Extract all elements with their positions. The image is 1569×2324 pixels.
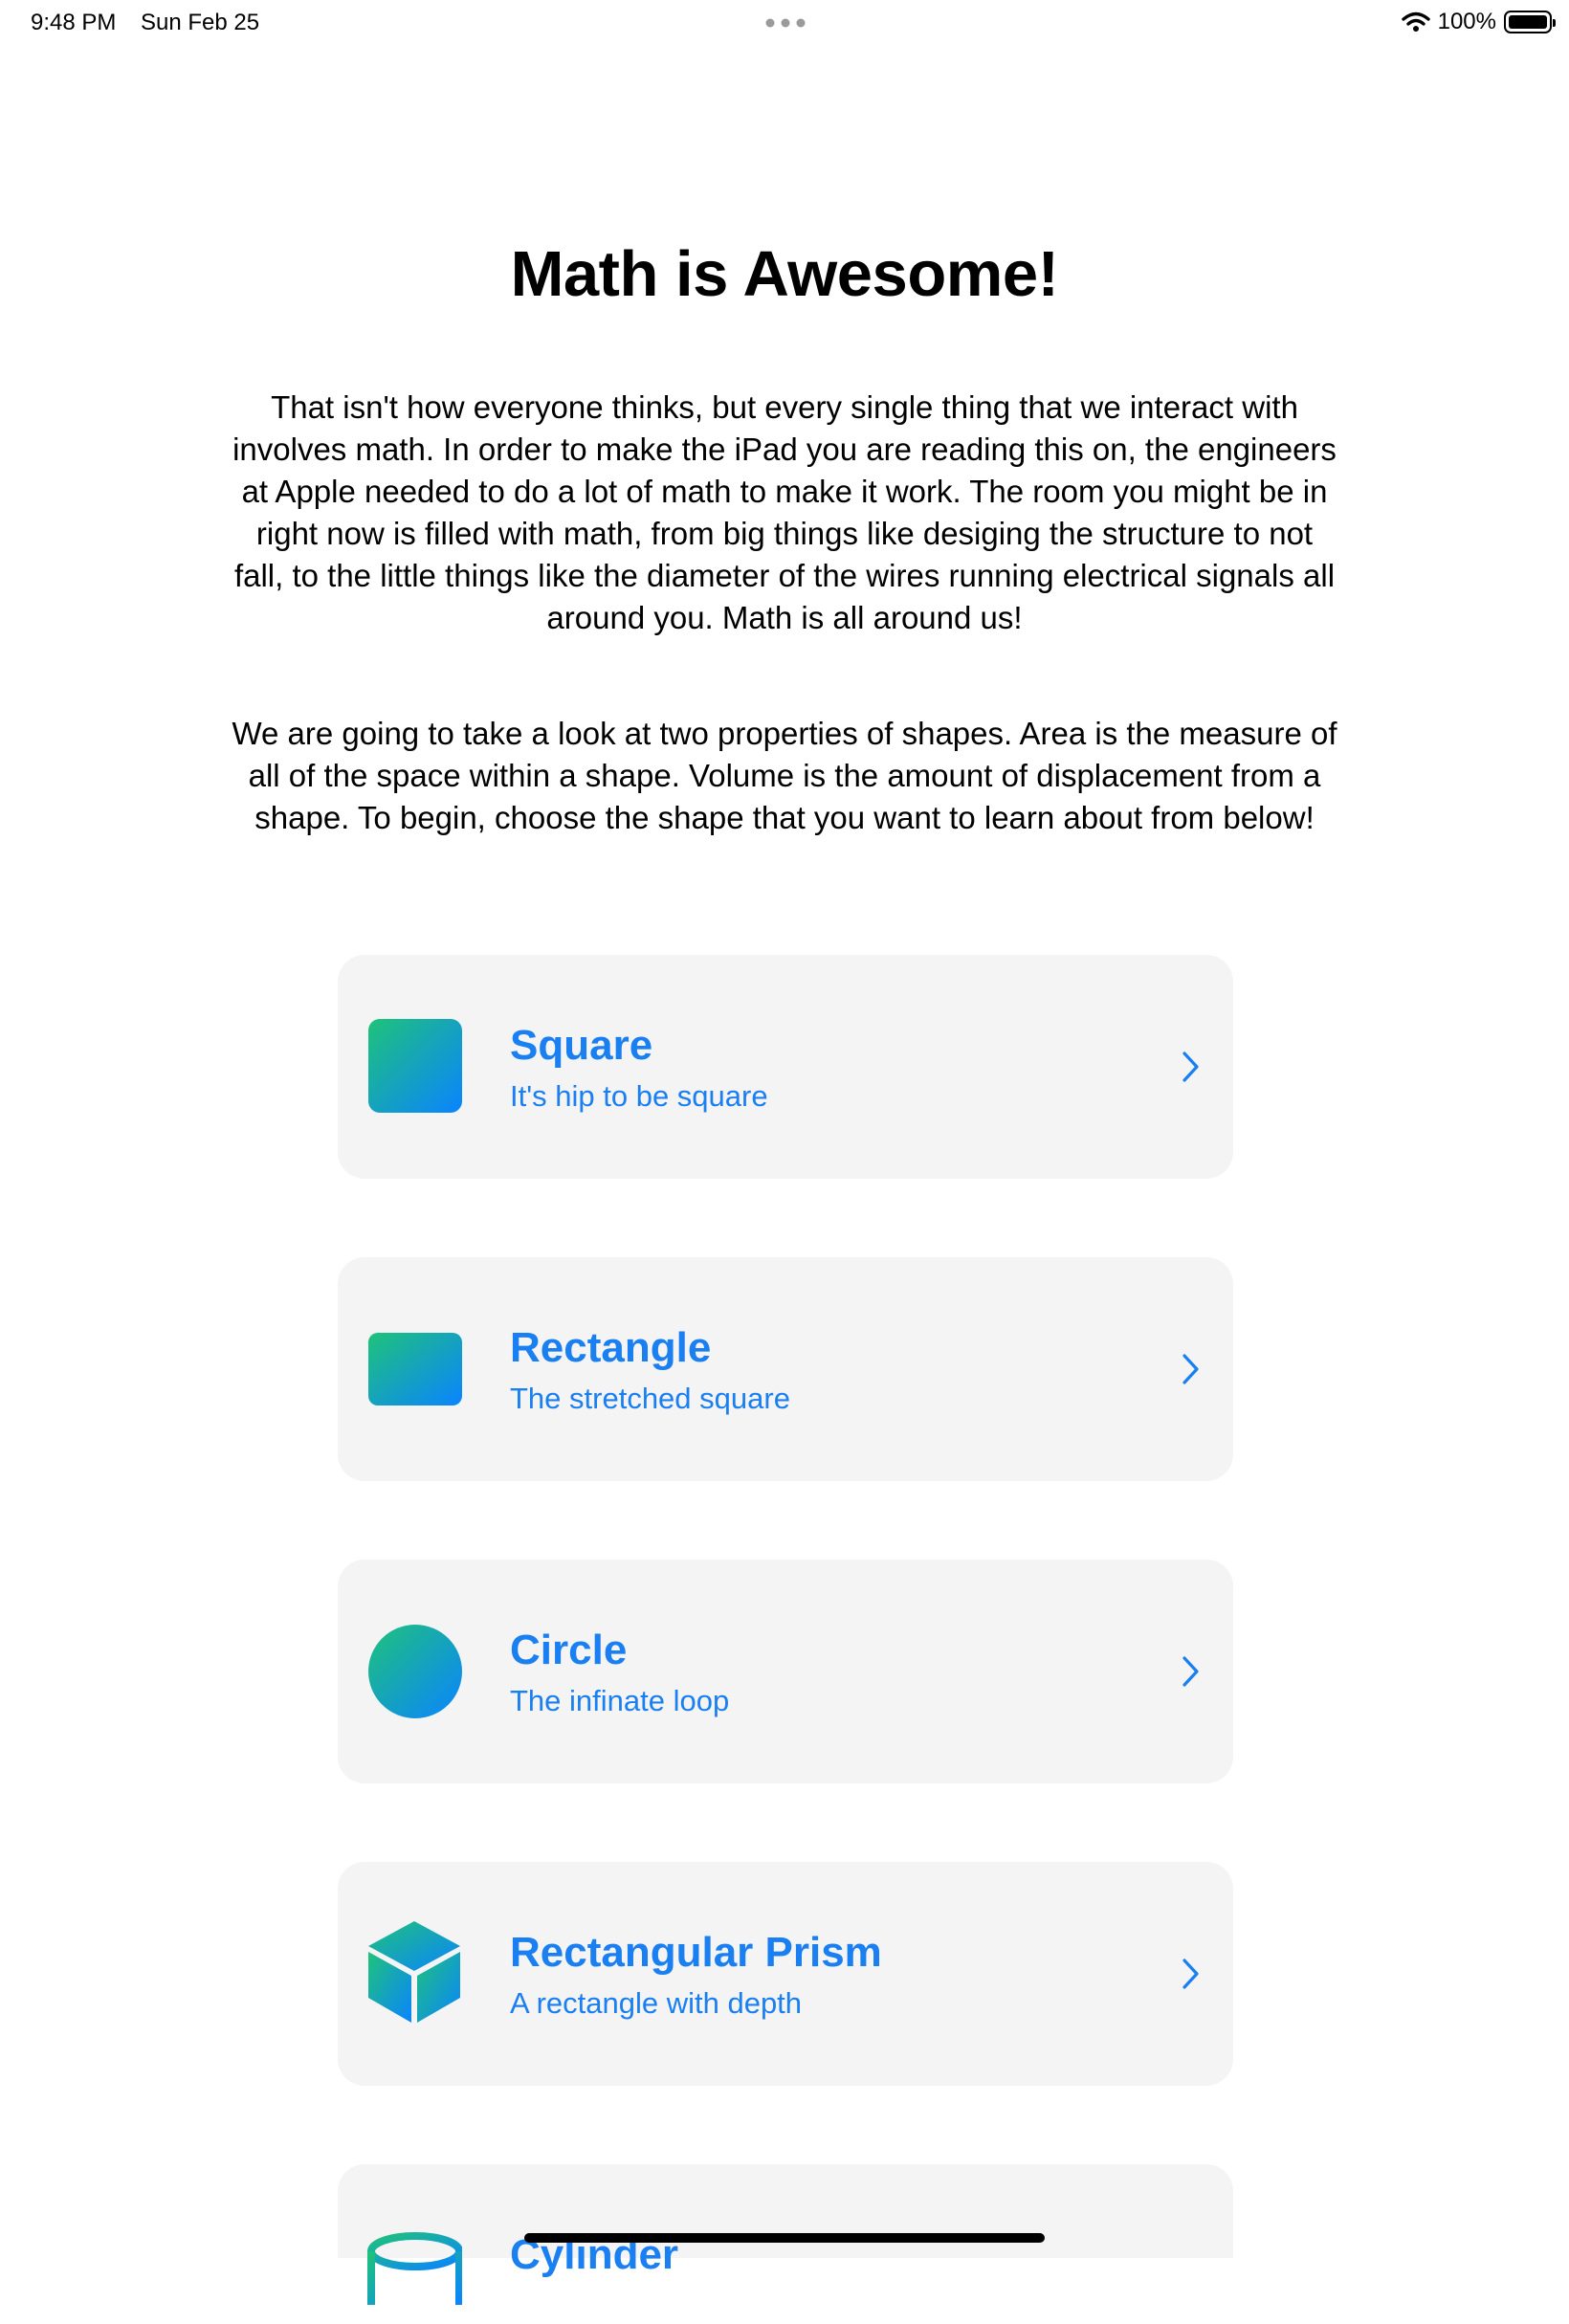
circle-icon xyxy=(368,1625,462,1718)
cylinder-card[interactable]: Cylinder xyxy=(338,2164,1233,2305)
battery-icon xyxy=(1504,11,1556,33)
square-card[interactable]: Square It's hip to be square xyxy=(338,955,1233,1179)
card-subtitle: The stretched square xyxy=(510,1382,790,1415)
chevron-right-icon xyxy=(1182,1656,1199,1687)
cylinder-icon xyxy=(367,2232,462,2305)
intro-paragraph-2: We are going to take a look at two prope… xyxy=(232,716,1337,835)
chevron-right-icon xyxy=(1182,1354,1199,1384)
multitasking-dots-icon[interactable] xyxy=(762,11,808,34)
rectangle-icon xyxy=(368,1333,462,1405)
intro-paragraph-1: That isn't how everyone thinks, but ever… xyxy=(232,389,1337,635)
rectangle-card[interactable]: Rectangle The stretched square xyxy=(338,1257,1233,1481)
rectangular-prism-card[interactable]: Rectangular Prism A rectangle with depth xyxy=(338,1862,1233,2086)
status-bar: 9:48 PM Sun Feb 25 100% xyxy=(0,0,1569,46)
card-subtitle: It's hip to be square xyxy=(510,1079,768,1113)
page-title: Math is Awesome! xyxy=(510,238,1059,310)
home-indicator[interactable] xyxy=(524,2233,1045,2243)
circle-card[interactable]: Circle The infinate loop xyxy=(338,1560,1233,1783)
card-subtitle: A rectangle with depth xyxy=(510,1986,803,2020)
card-title: Rectangle xyxy=(510,1324,712,1371)
card-title: Rectangular Prism xyxy=(510,1929,882,1976)
status-time: 9:48 PM xyxy=(31,10,117,35)
square-icon xyxy=(368,1019,462,1113)
card-title: Square xyxy=(510,1022,653,1069)
wifi-icon xyxy=(1401,11,1430,32)
status-indicators: 100% xyxy=(1401,8,1556,36)
battery-percentage: 100% xyxy=(1437,9,1496,34)
chevron-right-icon xyxy=(1182,1051,1199,1082)
card-subtitle: The infinate loop xyxy=(510,1684,730,1717)
chevron-right-icon xyxy=(1182,1959,1199,1989)
card-title: Circle xyxy=(510,1627,628,1673)
status-date: Sun Feb 25 xyxy=(141,10,260,35)
cube-icon xyxy=(368,1921,460,2023)
